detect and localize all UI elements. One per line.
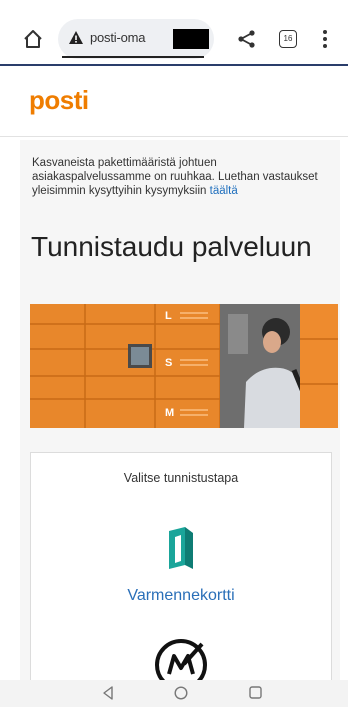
share-icon[interactable] [237,29,257,49]
browser-toolbar: posti-oma 16 [0,0,348,66]
url-text: posti-oma [90,30,146,45]
more-vert-icon[interactable] [322,27,328,49]
hero-image: L S M [30,304,338,428]
varmennekortti-icon[interactable] [163,525,199,571]
mobiilivarmenne-icon[interactable] [150,634,212,681]
locker-label-s: S [165,357,172,369]
varmennekortti-option[interactable]: Varmennekortti [31,587,331,605]
tabs-icon[interactable]: 16 [279,30,297,48]
url-underline [62,56,204,58]
notice-text: Kasvaneista pakettimääristä johtuen asia… [32,156,332,198]
locker-label-m: M [165,407,174,419]
auth-card-title: Valitse tunnistustapa [123,471,239,485]
redacted-url-part [173,29,209,49]
warning-icon[interactable] [68,30,84,46]
auth-method-card: Valitse tunnistustapa Varmennekortti [30,452,332,682]
home-icon[interactable] [22,28,44,50]
android-nav-bar [0,680,348,707]
notice-body: Kasvaneista pakettimääristä johtuen asia… [32,157,318,197]
locker-label-l: L [165,310,172,322]
main-content: Kasvaneista pakettimääristä johtuen asia… [20,140,340,682]
posti-logo[interactable]: posti [29,85,89,116]
page-title: Tunnistaudu palveluun [31,231,312,262]
home-circle-icon[interactable] [174,686,188,700]
notice-link[interactable]: täältä [210,185,238,197]
back-icon[interactable] [101,686,115,700]
site-header: posti [0,66,348,137]
address-bar[interactable]: posti-oma [58,19,214,59]
recents-icon[interactable] [249,686,262,699]
